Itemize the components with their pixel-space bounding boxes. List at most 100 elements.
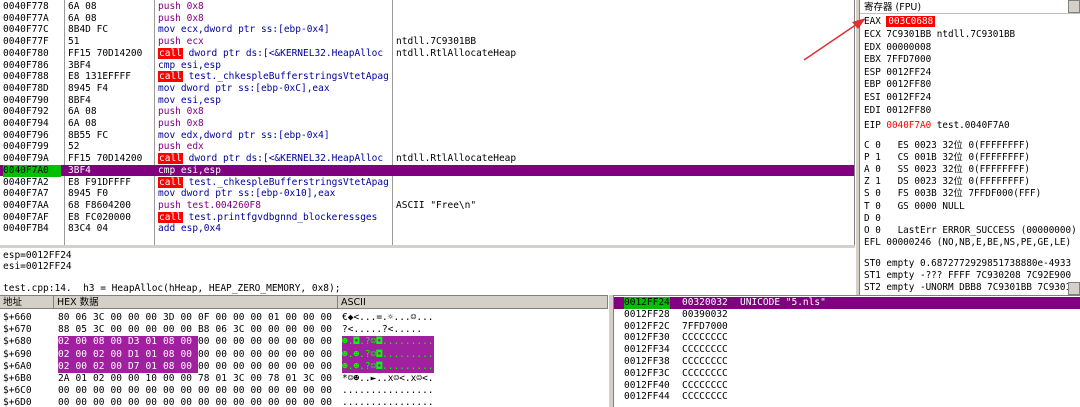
fpu-register[interactable]: ST1 empty -??? FFFF 7C930208 7C92E900 xyxy=(864,270,1071,282)
disasm-instruction: mov ecx,dword ptr ss:[ebp-0x4] xyxy=(158,24,330,36)
disasm-row[interactable]: 0040F7A0 3BF4 cmp esi,esp xyxy=(0,164,854,177)
dump-row[interactable]: $+6A0 02 00 02 00 D7 01 08 00 00 00 00 00 00 00 00 00 ☻.☻… xyxy=(0,360,608,373)
disasm-row[interactable]: 0040F799 52 push edx xyxy=(0,141,854,153)
dump-header-hex[interactable]: HEX 数据 xyxy=(54,296,338,309)
register-esp[interactable]: ESP 0012FF24 xyxy=(864,67,931,79)
register-eip[interactable]: EIP 0040F7A0 test.0040F7A0 xyxy=(864,120,1010,132)
disasm-hex: FF15 70D14200 xyxy=(68,153,143,165)
register-comment: test.0040F7A0 xyxy=(936,120,1010,131)
hex-byte: 00 xyxy=(180,397,192,407)
disasm-row[interactable]: 0040F7AF E8 FC020000 call test.printfgvdbg… xyxy=(0,211,854,224)
stack-row[interactable]: 0012FF38 CCCCCCCC xyxy=(614,356,1080,368)
hex-byte: 00 xyxy=(110,348,128,361)
register-value: 0012FF80 xyxy=(886,79,932,91)
hex-byte: 00 xyxy=(268,348,280,360)
disasm-instruction: push 0x8 xyxy=(158,12,204,24)
disasm-row[interactable]: 0040F778 6A 08 push 0x8 xyxy=(0,1,854,13)
register-edi[interactable]: EDI 0012FF80 xyxy=(864,105,931,117)
disasm-row[interactable]: 0040F790 8BF4 mov esi,esp xyxy=(0,94,854,107)
disasm-row[interactable]: 0040F7A7 8945 F0 mov dword ptr ss:[ebp-0x1… xyxy=(0,188,854,200)
fpu-register[interactable]: ST0 empty 0.6872772929851738880e-4933 xyxy=(864,258,1071,270)
flag-line[interactable]: P 1 CS 001B 32位 0(FFFFFFFF) xyxy=(864,152,1030,164)
flag-line[interactable]: S 0 FS 003B 32位 7FFDF000(FFF) xyxy=(864,188,1041,200)
register-edx[interactable]: EDX 00000008 xyxy=(864,42,931,54)
disasm-row[interactable]: 0040F796 8B55 FC mov edx,dword ptr ss:[ebp… xyxy=(0,129,854,142)
dump-hex-bytes: 88 05 3C 00 00 00 00 00 B8 06 3C 00 00 00 00 00 xyxy=(58,324,338,336)
stack-row[interactable]: 0012FF24 00320032 UNICODE "5.nls" xyxy=(614,297,1080,309)
disasm-row[interactable]: 0040F7AA 68 F8604200 push test.004260F8 ASC… xyxy=(0,199,854,212)
disasm-instruction: mov esi,esp xyxy=(158,94,221,106)
flag-line[interactable]: A 0 SS 0023 32位 0(FFFFFFFF) xyxy=(864,164,1030,176)
disasm-row[interactable]: 0040F792 6A 08 push 0x8 xyxy=(0,106,854,118)
dump-row[interactable]: $+670 88 05 3C 00 00 00 00 00 B8 06 3C 00 00 00 00 00 ?<.… xyxy=(0,324,608,336)
memory-dump-pane[interactable]: 地址 HEX 数据 ASCII $+660 80 06 3C 00 00 00 3D 00 0F 0… xyxy=(0,295,608,407)
stack-row[interactable]: 0012FF34 CCCCCCCC xyxy=(614,344,1080,356)
hex-byte: 00 xyxy=(110,397,122,407)
register-esi[interactable]: ESI 0012FF24 xyxy=(864,92,931,104)
hex-byte: 00 xyxy=(75,336,93,349)
disasm-row[interactable]: 0040F7B4 83C4 04 add esp,0x4 xyxy=(0,223,854,235)
stack-value: CCCCCCCC xyxy=(682,379,728,391)
stack-row[interactable]: 0012FF30 CCCCCCCC xyxy=(614,332,1080,344)
disasm-row[interactable]: 0040F77C 8B4D FC mov ecx,dword ptr ss:[ebp… xyxy=(0,24,854,36)
dump-row[interactable]: $+660 80 06 3C 00 00 00 3D 00 0F 00 00 00 01 00 00 00 €◆<… xyxy=(0,312,608,324)
call-mnemonic: call xyxy=(158,71,183,83)
register-eax[interactable]: EAX 003C0688 xyxy=(864,16,936,28)
hex-byte: 00 xyxy=(110,312,122,323)
disasm-row[interactable]: 0040F77A 6A 08 push 0x8 xyxy=(0,12,854,25)
registers-pane[interactable]: 寄存器 (FPU) EAX 003C0688 ECX 7C9301BB ntdl… xyxy=(860,0,1080,295)
disasm-row[interactable]: 0040F78D 8945 F4 mov dword ptr ss:[ebp-0xC… xyxy=(0,83,854,95)
register-ebx[interactable]: EBX 7FFD7000 xyxy=(864,54,931,66)
disasm-hex: E8 131EFFFF xyxy=(68,71,131,83)
disassembly-pane[interactable]: 0040F778 6A 08 push 0x8 0040F77A 6A 08 push 0… xyxy=(0,0,855,245)
hex-byte: 00 xyxy=(58,385,70,397)
flag-line[interactable]: C 0 ES 0023 32位 0(FFFFFFFF) xyxy=(864,140,1030,152)
stack-row[interactable]: 0012FF44 CCCCCCCC xyxy=(614,391,1080,403)
disasm-address: 0040F796 xyxy=(3,129,49,141)
dump-header-ascii[interactable]: ASCII xyxy=(338,296,608,309)
register-name: ESP xyxy=(864,66,881,78)
disasm-address: 0040F799 xyxy=(3,141,49,153)
hex-byte: 00 xyxy=(75,348,93,361)
stack-row[interactable]: 0012FF2C 7FFD7000 xyxy=(614,321,1080,333)
dump-row[interactable]: $+6B0 2A 01 02 00 00 10 00 00 78 01 3C 00 78 01 3C 00 *☺☻… xyxy=(0,373,608,385)
disasm-row[interactable]: 0040F780 FF15 70D14200 call dword ptr ds:[… xyxy=(0,47,854,60)
dump-ascii: €◆<...=.☼...☺... xyxy=(342,312,434,323)
hex-byte: 00 xyxy=(250,360,262,372)
register-ecx[interactable]: ECX 7C9301BB ntdll.7C9301BB xyxy=(864,29,1015,41)
efl-register[interactable]: EFL 00000246 (NO,NB,E,BE,NS,PE,GE,LE) xyxy=(864,237,1071,249)
disasm-row[interactable]: 0040F794 6A 08 push 0x8 xyxy=(0,118,854,130)
stack-pane[interactable]: 0012FF24 00320032 UNICODE "5.nls" 0012FF28 0… xyxy=(614,295,1080,407)
disasm-row[interactable]: 0040F7A2 E8 F91DFFFF call test._chkespleBu… xyxy=(0,176,854,189)
hex-byte: 00 xyxy=(128,324,140,336)
disasm-row[interactable]: 0040F788 E8 131EFFFF call test._chkespleBu… xyxy=(0,71,854,83)
hex-byte: 00 xyxy=(163,397,175,407)
stack-row[interactable]: 0012FF40 CCCCCCCC xyxy=(614,380,1080,392)
scroll-up-button[interactable] xyxy=(1068,0,1080,13)
dump-header-address[interactable]: 地址 xyxy=(0,296,54,309)
disasm-row[interactable]: 0040F79A FF15 70D14200 call dword ptr ds:[… xyxy=(0,153,854,165)
stack-row[interactable]: 0012FF28 00390032 xyxy=(614,309,1080,321)
disasm-comment: ntdll.7C9301BB xyxy=(396,36,477,48)
dump-row[interactable]: $+6C0 00 00 00 00 00 00 00 00 00 00 00 00 00 00 00 00...… xyxy=(0,385,608,397)
stack-row[interactable]: 0012FF3C CCCCCCCC xyxy=(614,368,1080,380)
hex-byte: 00 xyxy=(320,312,332,323)
register-ebp[interactable]: EBP 0012FF80 xyxy=(864,79,931,91)
hex-byte: 00 xyxy=(180,312,192,323)
disasm-row[interactable]: 0040F786 3BF4 cmp esi,esp xyxy=(0,60,854,72)
fpu-register[interactable]: ST2 empty -UNORM DBB8 7C9301BB 7C9301 xyxy=(864,282,1071,294)
disasm-row[interactable]: 0040F77F 51 push ecx ntdll.7C9301BB xyxy=(0,36,854,48)
flag-line[interactable]: D 0 xyxy=(864,213,881,225)
dump-row[interactable]: $+680 02 00 08 00 D3 01 08 00 00 00 00 00 00 00 00 00 ☻.◘… xyxy=(0,336,608,349)
register-value: 0040F7A0 xyxy=(886,120,932,131)
flag-line[interactable]: O 0 LastErr ERROR_SUCCESS (00000000) xyxy=(864,225,1077,237)
disasm-address: 0040F77A xyxy=(3,12,49,24)
disasm-instruction: push test.004260F8 xyxy=(158,199,261,211)
dump-row[interactable]: $+690 02 00 02 00 D1 01 08 00 00 00 00 00 00 00 00 00 ☻.☻… xyxy=(0,348,608,361)
hex-byte: 00 xyxy=(233,385,245,397)
flag-line[interactable]: Z 1 DS 0023 32位 0(FFFFFFFF) xyxy=(864,176,1030,188)
scroll-down-button[interactable] xyxy=(1068,282,1080,295)
dump-row[interactable]: $+6D0 00 00 00 00 00 00 00 00 00 00 00 00 00 00 00 00...… xyxy=(0,397,608,407)
flag-line[interactable]: T 0 GS 0000 NULL xyxy=(864,201,965,213)
hex-byte: 00 xyxy=(198,336,210,348)
